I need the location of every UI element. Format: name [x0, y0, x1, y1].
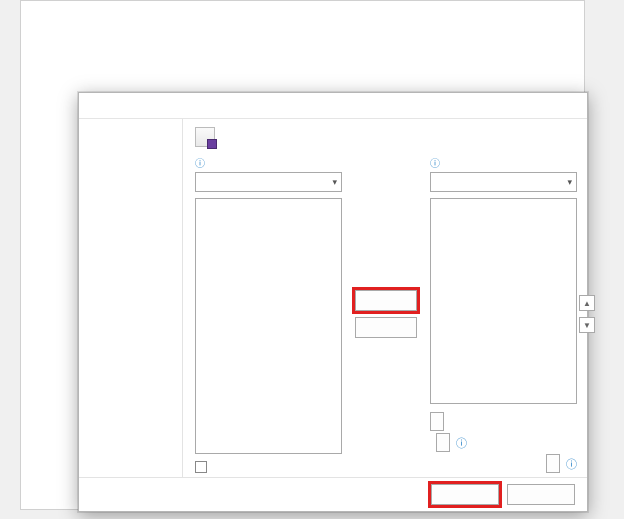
remove-button[interactable] [355, 317, 417, 338]
qat-listbox[interactable] [430, 198, 577, 404]
choose-commands-label: ⓘ [195, 155, 342, 170]
info-icon[interactable]: ⓘ [456, 435, 467, 451]
modify-button[interactable] [430, 412, 444, 431]
quick-access-icon [195, 127, 215, 147]
info-icon[interactable]: ⓘ [566, 456, 577, 472]
chevron-down-icon: ▾ [567, 177, 572, 188]
dialog-titlebar [79, 93, 587, 119]
cancel-button[interactable] [507, 484, 575, 505]
move-up-button[interactable]: ▲ [579, 295, 595, 311]
options-sidebar [79, 119, 183, 477]
move-down-button[interactable]: ▼ [579, 317, 595, 333]
choose-commands-select[interactable]: ▾ [195, 172, 342, 192]
info-icon[interactable]: ⓘ [430, 159, 440, 170]
reset-button[interactable] [436, 433, 450, 452]
import-export-button[interactable] [546, 454, 560, 473]
show-below-ribbon-checkbox[interactable] [195, 461, 207, 473]
add-button[interactable] [355, 290, 417, 311]
customize-qat-select[interactable]: ▾ [430, 172, 577, 192]
chevron-down-icon: ▾ [332, 177, 337, 188]
dialog-footer [79, 477, 587, 511]
customize-qat-label: ⓘ [430, 155, 577, 170]
info-icon[interactable]: ⓘ [195, 159, 205, 170]
ok-button[interactable] [431, 484, 499, 505]
word-options-dialog: ⓘ ▾ ⓘ [78, 92, 588, 512]
reorder-buttons: ▲ ▼ [579, 295, 595, 333]
commands-listbox[interactable] [195, 198, 342, 454]
